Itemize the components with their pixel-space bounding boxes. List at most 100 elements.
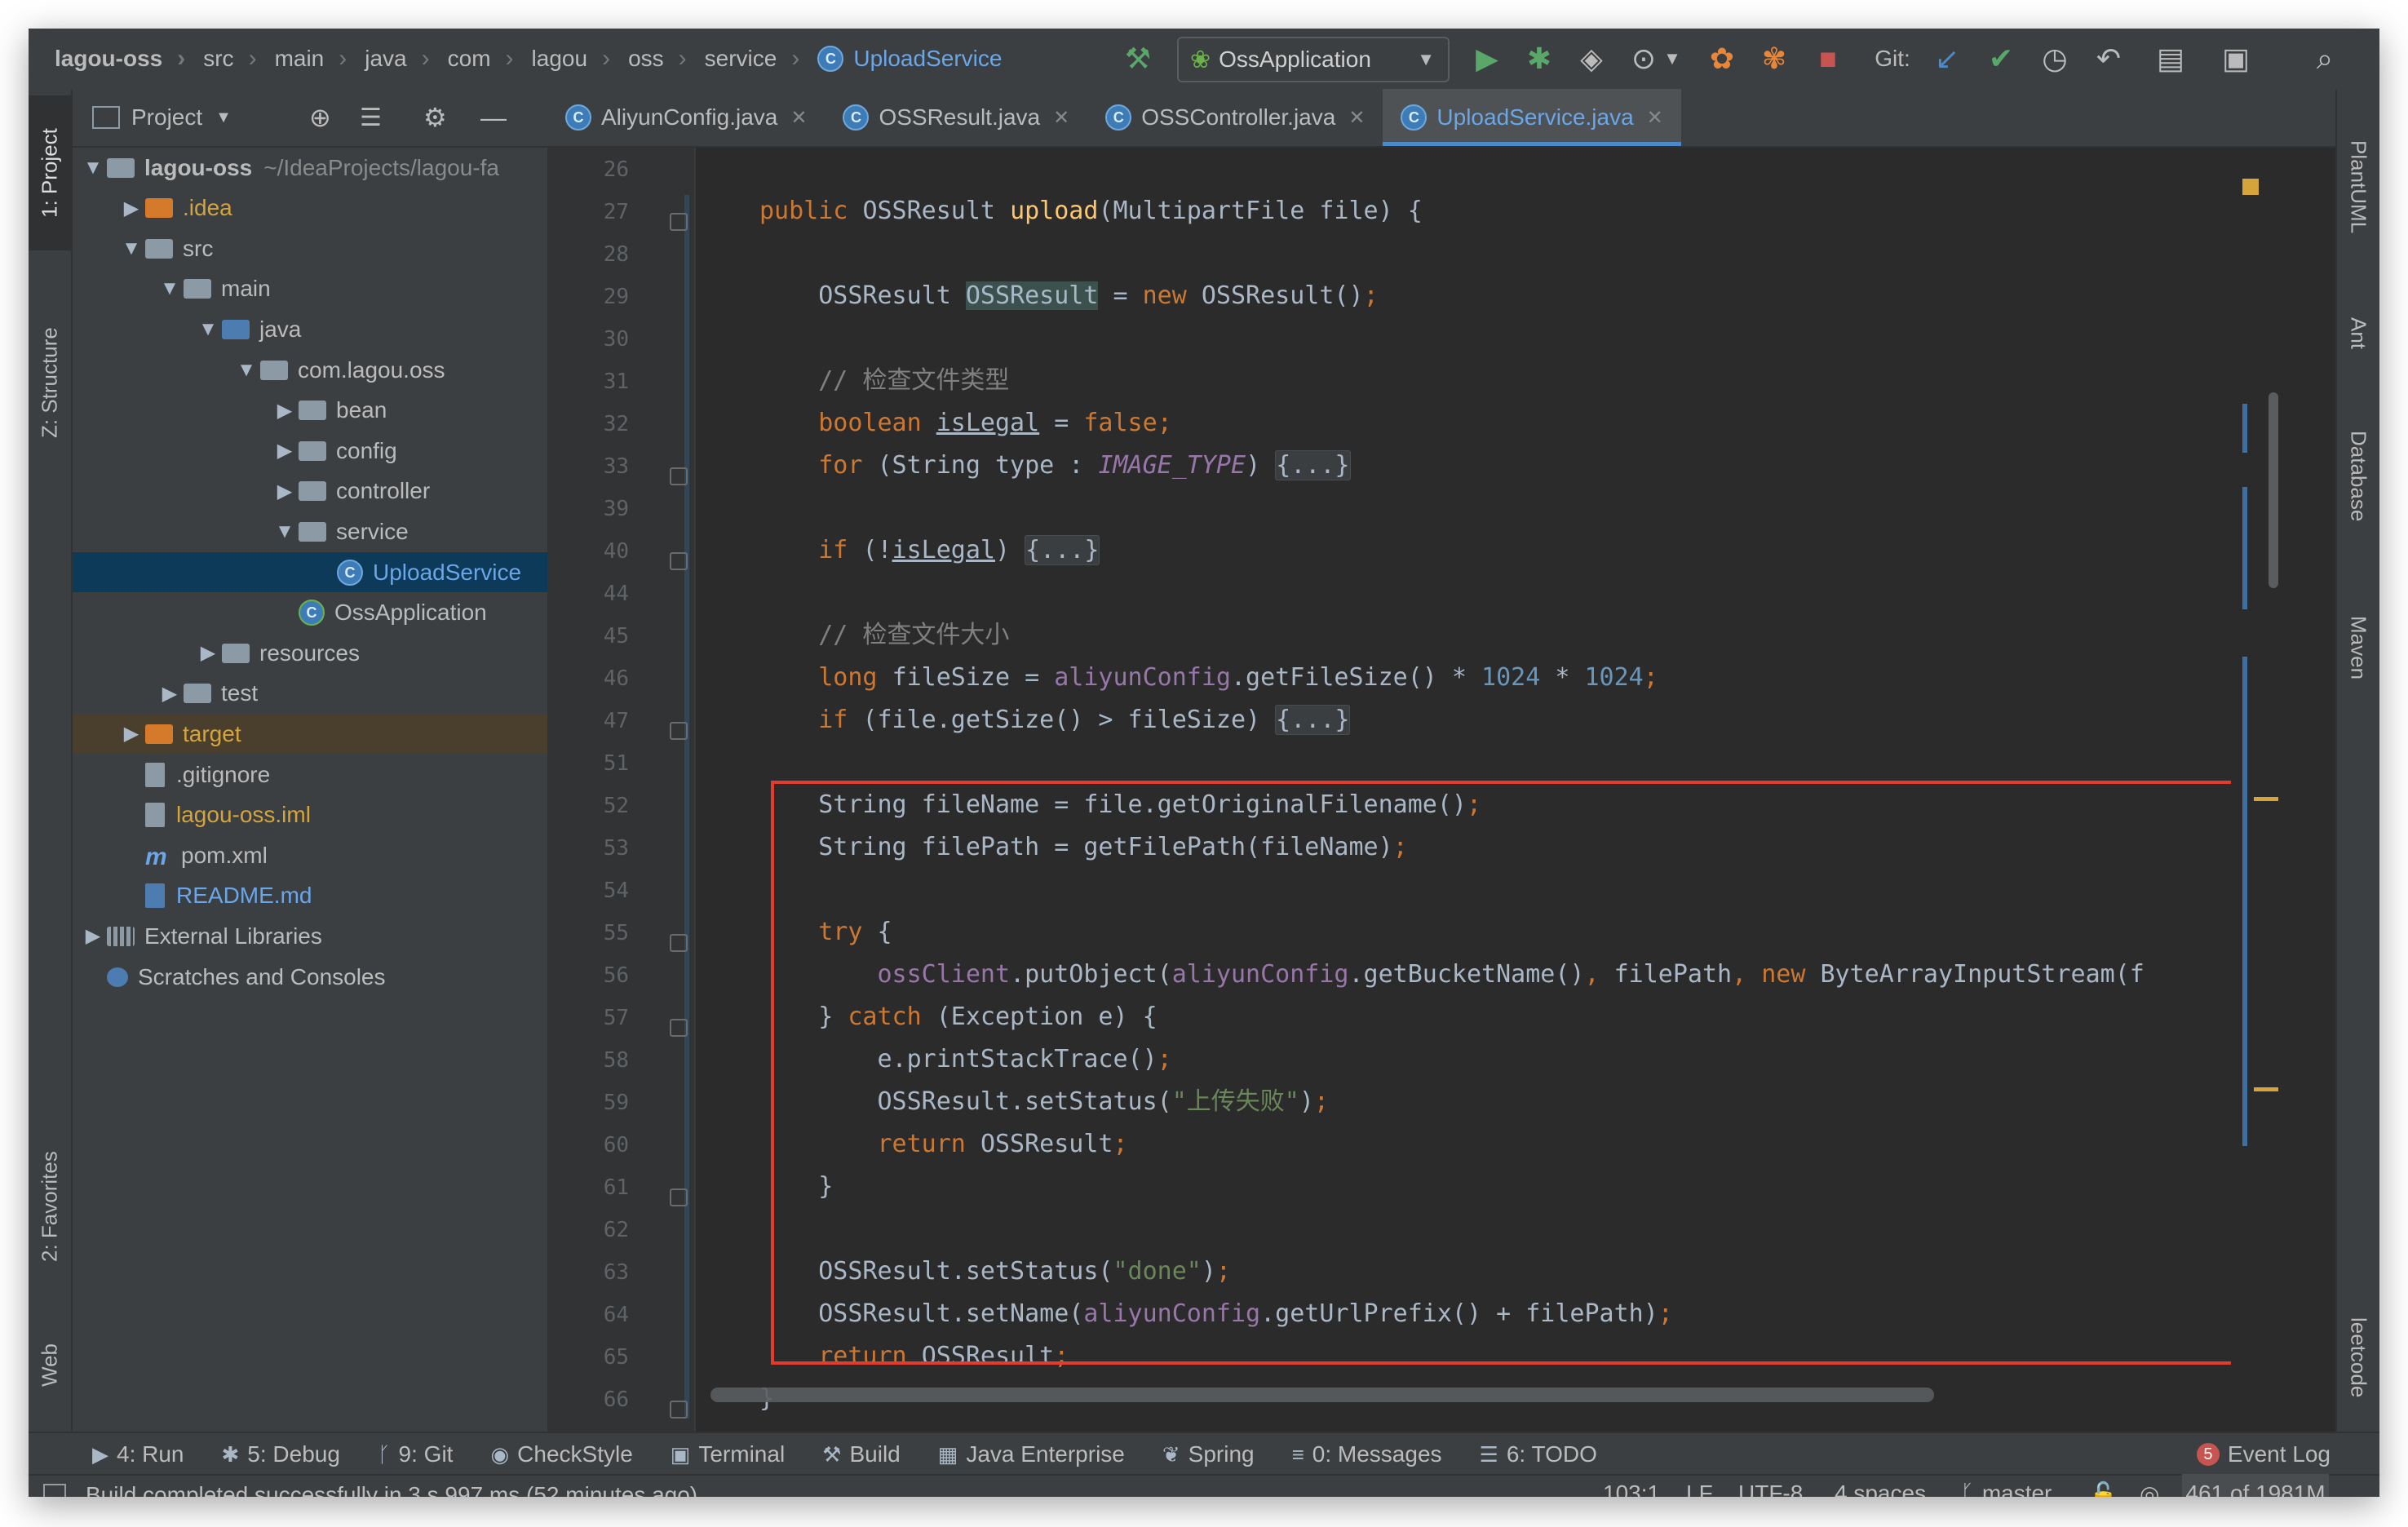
tree-item[interactable]: ▶ bean [73, 391, 547, 431]
inspector-icon[interactable]: ◎ [2140, 1474, 2159, 1498]
coverage-icon[interactable]: ◈ [1567, 29, 1616, 89]
profiler-dropdown-icon[interactable]: ▼ [1660, 29, 1684, 89]
status-toggle-icon[interactable] [43, 1484, 66, 1497]
tool-window-button[interactable]: ▦ Java Enterprise [938, 1441, 1125, 1467]
line-number[interactable]: 30 [547, 327, 629, 352]
line-number[interactable]: 55 [547, 921, 629, 945]
tree-item[interactable]: lagou-oss.iml [73, 795, 547, 835]
git-rollback-icon[interactable]: ↶ [2084, 29, 2133, 89]
code-line[interactable]: // 检查文件大小 [759, 614, 1009, 657]
code-line[interactable]: // 检查文件类型 [759, 360, 1009, 402]
line-number[interactable]: 57 [547, 1006, 629, 1030]
tree-item[interactable]: .gitignore [73, 755, 547, 794]
gear-icon[interactable]: ⚙ [423, 102, 447, 133]
line-number[interactable]: 61 [547, 1175, 629, 1200]
code-line[interactable]: boolean isLegal = false; [759, 402, 1172, 445]
breadcrumb-lagou[interactable]: lagou › [514, 29, 611, 89]
close-icon[interactable]: ✕ [790, 106, 807, 130]
close-icon[interactable]: ✕ [1647, 106, 1663, 130]
line-number[interactable]: 62 [547, 1218, 629, 1242]
close-icon[interactable]: ✕ [1053, 106, 1069, 130]
breadcrumb-project[interactable]: lagou-oss › [29, 29, 185, 89]
line-number[interactable]: 65 [547, 1345, 629, 1370]
line-number[interactable]: 64 [547, 1303, 629, 1327]
tool-window-button[interactable]: ▣ Terminal [671, 1441, 785, 1467]
tree-item[interactable]: ▶ .idea [73, 188, 547, 228]
tree-item[interactable]: C OssApplication [73, 593, 547, 633]
favorites-tool-tab[interactable]: 2: Favorites [29, 1117, 71, 1296]
code-line[interactable]: public OSSResult upload(MultipartFile fi… [759, 190, 1423, 232]
breadcrumb-java[interactable]: java › [347, 29, 429, 89]
tree-item[interactable]: README.md [73, 876, 547, 916]
line-number[interactable]: 56 [547, 963, 629, 988]
indent-setting[interactable]: 4 spaces [1835, 1474, 1926, 1497]
line-number[interactable]: 63 [547, 1260, 629, 1285]
horizontal-scrollbar[interactable] [710, 1388, 1934, 1402]
line-number[interactable]: 66 [547, 1388, 629, 1412]
line-number[interactable]: 28 [547, 242, 629, 267]
code-line[interactable]: if (file.getSize() > fileSize) {...} [759, 699, 1351, 741]
terminal-icon[interactable]: ▣ [2211, 29, 2260, 89]
web-tool-tab[interactable]: Web [29, 1321, 71, 1410]
breadcrumb-src[interactable]: src › [185, 29, 256, 89]
plantuml-tool-tab[interactable]: PlantUML [2337, 105, 2379, 268]
collapsed-arrow-icon[interactable]: ▶ [271, 399, 299, 423]
fold-toggle-icon[interactable] [670, 552, 688, 570]
tree-item[interactable]: ▶ target [73, 714, 547, 755]
git-branch[interactable]: ᚴ master [1960, 1474, 2052, 1497]
stop-icon[interactable]: ■ [1804, 29, 1852, 89]
collapsed-arrow-icon[interactable]: ▶ [117, 197, 145, 220]
lock-icon[interactable]: 🔓 [2089, 1474, 2118, 1498]
debug-icon[interactable]: ✱ [1515, 29, 1564, 89]
line-number[interactable]: 40 [547, 539, 629, 564]
tool-window-button[interactable]: ☰ 6: TODO [1480, 1441, 1597, 1467]
line-number[interactable]: 39 [547, 497, 629, 521]
expanded-arrow-icon[interactable]: ▼ [232, 359, 260, 382]
hide-panel-icon[interactable]: — [480, 103, 507, 133]
tree-item[interactable]: ▶ resources [73, 633, 547, 673]
tree-item[interactable]: ▼ java [73, 309, 547, 349]
collapsed-arrow-icon[interactable]: ▶ [156, 682, 184, 706]
fold-toggle-icon[interactable] [670, 213, 688, 231]
chevron-down-icon[interactable]: ▼ [215, 108, 232, 127]
database-tool-tab[interactable]: Database [2337, 399, 2379, 554]
tree-item[interactable]: ▶ External Libraries [73, 916, 547, 956]
fold-toggle-icon[interactable] [670, 1019, 688, 1037]
locate-icon[interactable]: ⊕ [309, 102, 331, 133]
collapsed-arrow-icon[interactable]: ▶ [117, 722, 145, 746]
collapsed-arrow-icon[interactable]: ▶ [194, 641, 222, 665]
line-number[interactable]: 54 [547, 879, 629, 903]
line-number[interactable]: 58 [547, 1048, 629, 1073]
tool-window-button[interactable]: ◉ CheckStyle [490, 1441, 632, 1467]
fold-toggle-icon[interactable] [670, 1401, 688, 1419]
event-log-button[interactable]: 5 Event Log [2196, 1441, 2331, 1467]
line-number[interactable]: 44 [547, 582, 629, 606]
tool-window-button[interactable]: ⚒ Build [822, 1441, 901, 1467]
project-panel-title[interactable]: Project [131, 104, 202, 131]
breadcrumb-service[interactable]: service › [687, 29, 800, 89]
tab-osscontroller[interactable]: C OSSController.java ✕ [1087, 89, 1383, 146]
line-number[interactable]: 53 [547, 836, 629, 861]
close-icon[interactable]: ✕ [1348, 106, 1365, 130]
line-number[interactable]: 60 [547, 1133, 629, 1157]
line-number[interactable]: 51 [547, 751, 629, 776]
tree-item[interactable]: Scratches and Consoles [73, 957, 547, 997]
tool-window-button[interactable]: ✱ 5: Debug [222, 1441, 340, 1467]
line-number[interactable]: 27 [547, 200, 629, 224]
code-line[interactable]: long fileSize = aliyunConfig.getFileSize… [759, 657, 1658, 699]
tree-item[interactable]: ▼ src [73, 228, 547, 268]
tool-window-button[interactable]: ❦ Spring [1162, 1441, 1255, 1467]
code-line[interactable]: for (String type : IMAGE_TYPE) {...} [759, 445, 1351, 487]
line-number[interactable]: 31 [547, 370, 629, 394]
project-tool-tab[interactable]: 1: Project [29, 95, 71, 250]
warning-marker-icon[interactable] [2242, 179, 2259, 195]
build-hammer-icon[interactable]: ⚒ [1113, 29, 1162, 89]
code-line[interactable]: if (!isLegal) {...} [759, 529, 1100, 572]
line-number[interactable]: 33 [547, 454, 629, 479]
tool-window-button[interactable]: ▶ 4: Run [92, 1441, 184, 1467]
fold-toggle-icon[interactable] [670, 722, 688, 740]
expanded-arrow-icon[interactable]: ▼ [194, 318, 222, 341]
attach-debugger-icon[interactable]: ✿ [1698, 29, 1746, 89]
maven-tool-tab[interactable]: Maven [2337, 578, 2379, 717]
line-number[interactable]: 32 [547, 412, 629, 436]
